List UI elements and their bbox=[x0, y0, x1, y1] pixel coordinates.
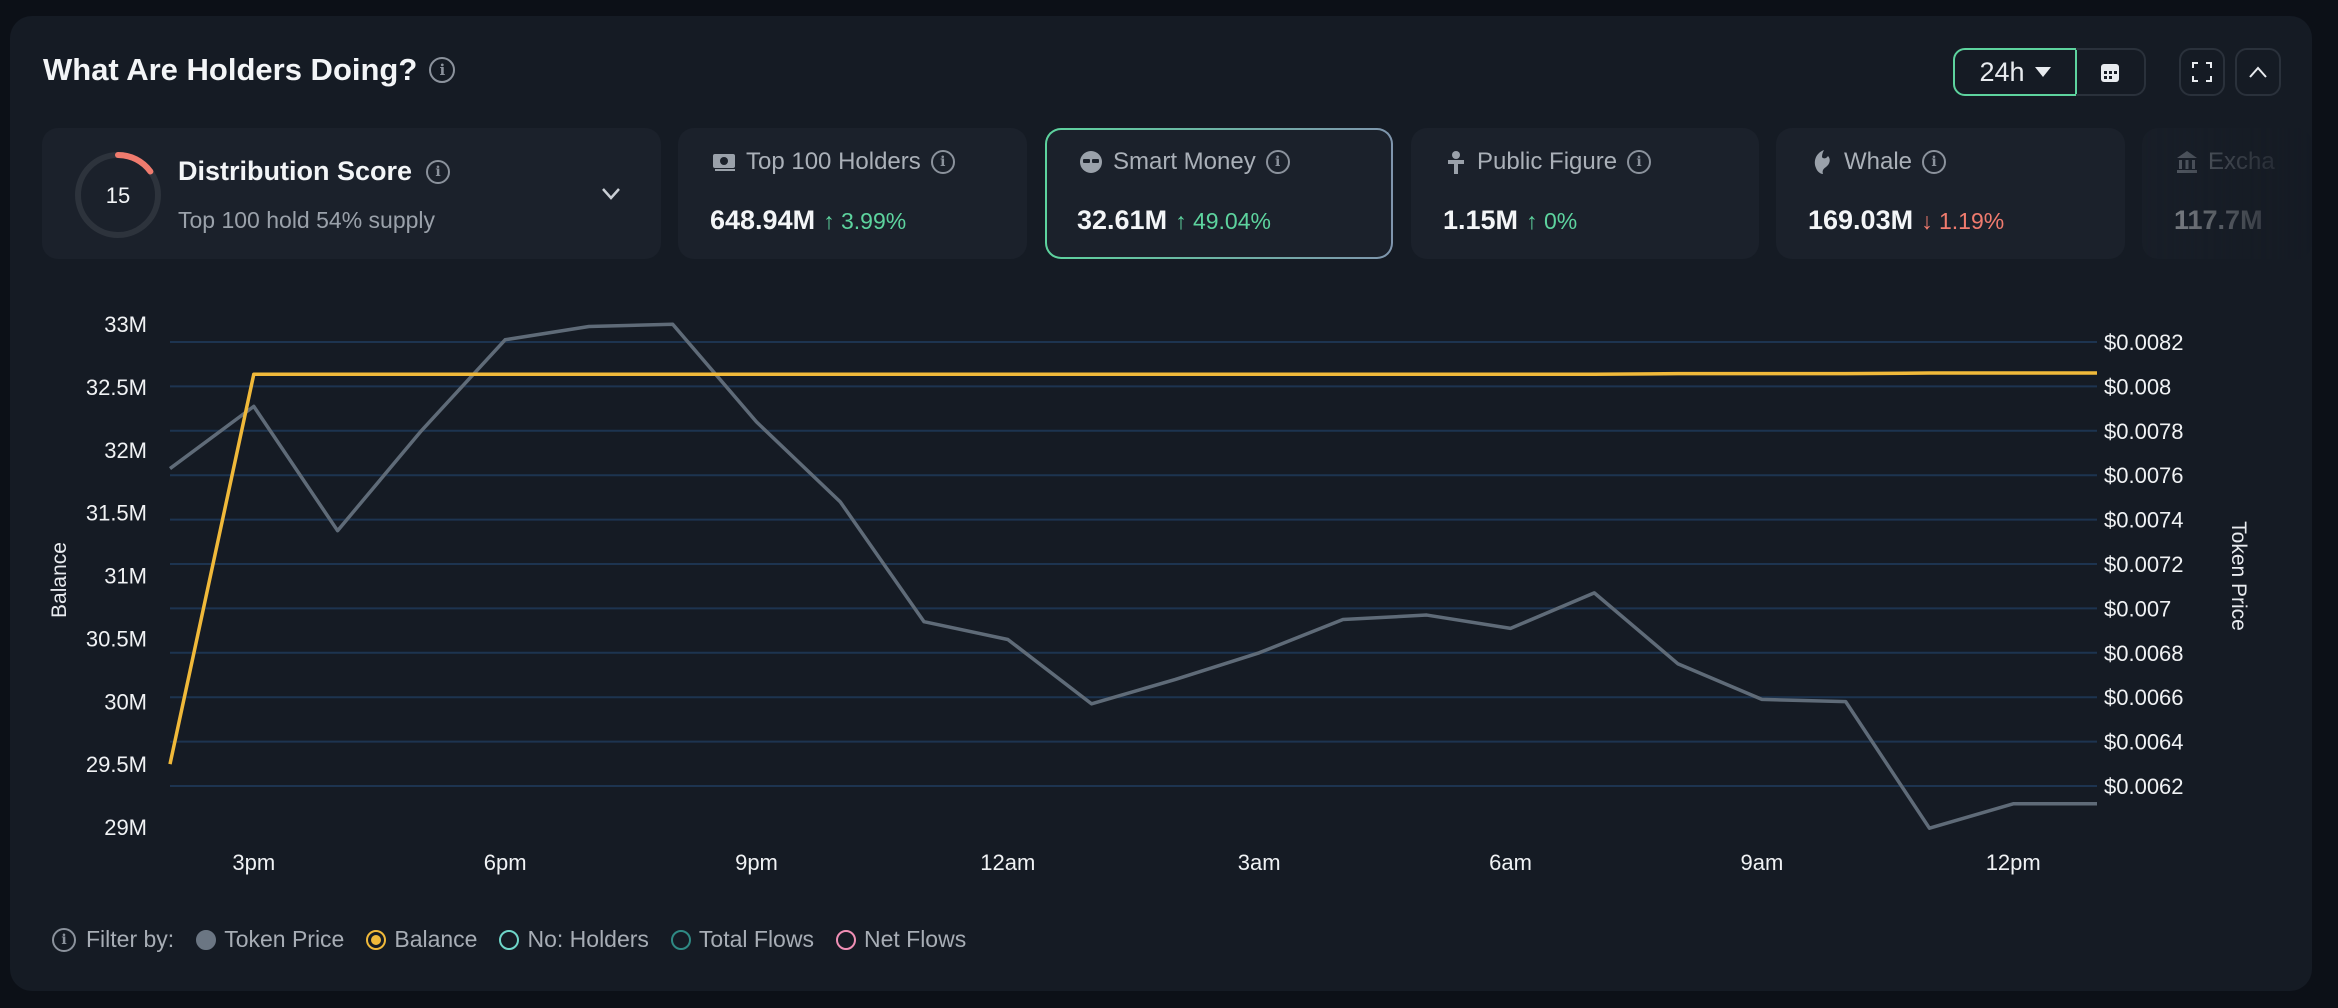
x-tick-label: 3pm bbox=[232, 850, 275, 875]
x-tick-label: 9pm bbox=[735, 850, 778, 875]
y-right-tick-label: $0.0078 bbox=[2104, 419, 2184, 444]
legend-item-net-flows[interactable]: Net Flows bbox=[835, 926, 966, 953]
legend-dot bbox=[835, 929, 856, 950]
legend-prefix: Filter by: bbox=[86, 926, 175, 952]
x-tick-label: 12am bbox=[980, 850, 1035, 875]
chart-legend: i Filter by: Token Price Balance No: Hol… bbox=[52, 926, 988, 953]
holders-chart: 33M 32.5M 32M 31.5M 31M 30.5M 30M 29.5M 29M $0.0… bbox=[48, 312, 2250, 875]
y-right-tick-label: $0.007 bbox=[2104, 596, 2171, 621]
x-tick-label: 6pm bbox=[484, 850, 527, 875]
y-left-tick-label: 31M bbox=[104, 564, 147, 589]
info-icon[interactable]: i bbox=[52, 927, 76, 952]
y-left-tick-label: 32M bbox=[104, 438, 147, 463]
y-right-tick-label: $0.0074 bbox=[2104, 508, 2184, 533]
x-tick-label: 6am bbox=[1489, 850, 1532, 875]
legend-item-total-flows[interactable]: Total Flows bbox=[670, 926, 814, 953]
legend-dot bbox=[670, 929, 691, 950]
y-left-tick-label: 32.5M bbox=[86, 375, 147, 400]
x-tick-label: 12pm bbox=[1986, 850, 2041, 875]
y-axis-left-label: Balance bbox=[48, 542, 71, 618]
y-right-tick-label: $0.0066 bbox=[2104, 685, 2184, 710]
y-right-tick-label: $0.0076 bbox=[2104, 463, 2184, 488]
y-left-tick-label: 30.5M bbox=[86, 626, 147, 651]
y-right-tick-label: $0.0068 bbox=[2104, 641, 2184, 666]
legend-item-balance[interactable]: Balance bbox=[366, 926, 477, 953]
legend-item-token-price[interactable]: Token Price bbox=[196, 926, 344, 953]
legend-item-holders[interactable]: No: Holders bbox=[499, 926, 649, 953]
legend-dot bbox=[499, 929, 520, 950]
legend-dot bbox=[366, 929, 387, 950]
y-left-tick-label: 29.5M bbox=[86, 752, 147, 777]
legend-dot bbox=[196, 929, 217, 950]
y-left-tick-label: 31.5M bbox=[86, 501, 147, 526]
y-left-tick-label: 30M bbox=[104, 689, 147, 714]
y-axis-right-label: Token Price bbox=[2227, 521, 2250, 631]
token-price-line bbox=[168, 322, 2097, 830]
y-right-tick-label: $0.008 bbox=[2104, 374, 2171, 399]
y-left-tick-label: 29M bbox=[104, 815, 147, 840]
y-right-tick-label: $0.0062 bbox=[2104, 774, 2184, 799]
y-right-tick-label: $0.0072 bbox=[2104, 552, 2184, 577]
x-tick-label: 3am bbox=[1238, 850, 1281, 875]
y-left-tick-label: 33M bbox=[104, 312, 147, 337]
y-right-tick-label: $0.0064 bbox=[2104, 730, 2184, 755]
y-right-tick-label: $0.0082 bbox=[2104, 330, 2184, 355]
x-tick-label: 9am bbox=[1740, 850, 1783, 875]
